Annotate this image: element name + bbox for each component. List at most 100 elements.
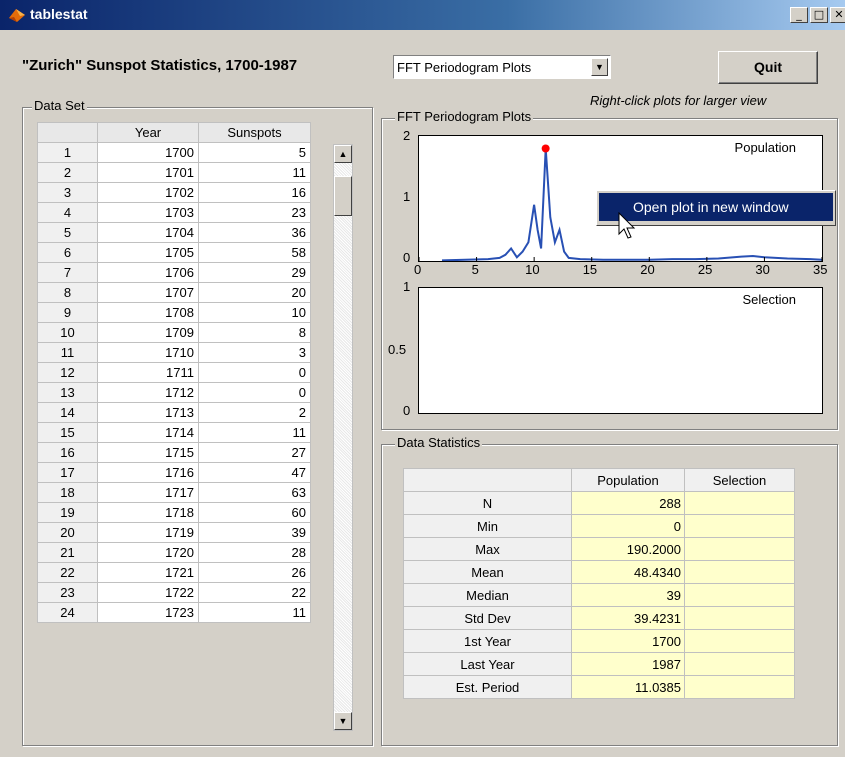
sunspots-cell[interactable]: 0 [198,362,311,383]
year-cell[interactable]: 1716 [97,462,199,483]
row-number: 7 [37,262,98,283]
table-row[interactable]: 15 1714 11 [37,422,311,443]
stat-name: 1st Year [403,629,572,653]
table-row[interactable]: 24 1723 11 [37,602,311,623]
table-row[interactable]: 13 1712 0 [37,382,311,403]
year-cell[interactable]: 1723 [97,602,199,623]
plot-type-select[interactable]: FFT Periodogram Plots ▼ [393,55,611,79]
population-value: 288 [571,491,685,515]
table-row[interactable]: 6 1705 58 [37,242,311,263]
close-button[interactable]: ✕ [830,7,845,23]
year-cell[interactable]: 1710 [97,342,199,363]
table-row[interactable]: 3 1702 16 [37,182,311,203]
table-row[interactable]: 10 1709 8 [37,322,311,343]
table-row[interactable]: 22 1721 26 [37,562,311,583]
year-cell[interactable]: 1718 [97,502,199,523]
year-cell[interactable]: 1712 [97,382,199,403]
table-row[interactable]: 17 1716 47 [37,462,311,483]
population-value: 48.4340 [571,560,685,584]
sunspots-cell[interactable]: 47 [198,462,311,483]
chevron-down-icon[interactable]: ▼ [591,58,608,76]
year-cell[interactable]: 1713 [97,402,199,423]
year-cell[interactable]: 1714 [97,422,199,443]
sunspots-header[interactable]: Sunspots [198,122,311,143]
minimize-button[interactable]: _ [790,7,808,23]
statistics-table: Population Selection N 288 Min 0 Max 190.2000… [403,468,795,699]
sunspots-cell[interactable]: 16 [198,182,311,203]
sunspots-cell[interactable]: 39 [198,522,311,543]
year-cell[interactable]: 1706 [97,262,199,283]
year-cell[interactable]: 1702 [97,182,199,203]
table-row[interactable]: 11 1710 3 [37,342,311,363]
sunspots-cell[interactable]: 26 [198,562,311,583]
year-cell[interactable]: 1704 [97,222,199,243]
sunspots-cell[interactable]: 22 [198,582,311,603]
data-set-table: Year Sunspots 1 1700 5 2 1701 11 3 1702 16 4 1703 2… [37,122,311,623]
scroll-up-icon[interactable]: ▲ [334,145,352,163]
sunspots-cell[interactable]: 20 [198,282,311,303]
year-header[interactable]: Year [97,122,199,143]
row-number: 12 [37,362,98,383]
table-row[interactable]: 21 1720 28 [37,542,311,563]
scroll-thumb[interactable] [334,176,352,216]
row-number: 9 [37,302,98,323]
sunspots-cell[interactable]: 5 [198,142,311,163]
table-row[interactable]: 2 1701 11 [37,162,311,183]
sunspots-cell[interactable]: 58 [198,242,311,263]
year-cell[interactable]: 1709 [97,322,199,343]
scroll-down-icon[interactable]: ▼ [334,712,352,730]
row-number: 19 [37,502,98,523]
year-cell[interactable]: 1701 [97,162,199,183]
table-row[interactable]: 18 1717 63 [37,482,311,503]
table-row[interactable]: 20 1719 39 [37,522,311,543]
table-row[interactable]: 5 1704 36 [37,222,311,243]
selection-value [684,560,795,584]
sunspots-cell[interactable]: 10 [198,302,311,323]
table-row[interactable]: 14 1713 2 [37,402,311,423]
table-row[interactable]: 7 1706 29 [37,262,311,283]
year-cell[interactable]: 1711 [97,362,199,383]
year-cell[interactable]: 1715 [97,442,199,463]
year-cell[interactable]: 1705 [97,242,199,263]
statistics-label: Data Statistics [395,435,483,450]
table-row[interactable]: 16 1715 27 [37,442,311,463]
year-cell[interactable]: 1703 [97,202,199,223]
vertical-scrollbar[interactable]: ▲ ▼ [333,144,353,731]
table-row[interactable]: 8 1707 20 [37,282,311,303]
year-cell[interactable]: 1722 [97,582,199,603]
year-cell[interactable]: 1700 [97,142,199,163]
table-row[interactable]: 4 1703 23 [37,202,311,223]
year-cell[interactable]: 1717 [97,482,199,503]
sunspots-cell[interactable]: 27 [198,442,311,463]
sunspots-cell[interactable]: 23 [198,202,311,223]
sunspots-cell[interactable]: 11 [198,422,311,443]
sunspots-cell[interactable]: 28 [198,542,311,563]
table-row[interactable]: 19 1718 60 [37,502,311,523]
quit-button[interactable]: Quit [718,51,818,84]
maximize-button[interactable]: □ [810,7,828,23]
sunspots-cell[interactable]: 60 [198,502,311,523]
sunspots-cell[interactable]: 29 [198,262,311,283]
selection-plot[interactable]: Selection [418,287,823,414]
year-cell[interactable]: 1708 [97,302,199,323]
year-cell[interactable]: 1721 [97,562,199,583]
table-row[interactable]: 12 1711 0 [37,362,311,383]
sunspots-cell[interactable]: 63 [198,482,311,503]
sunspots-cell[interactable]: 36 [198,222,311,243]
sunspots-cell[interactable]: 2 [198,402,311,423]
row-number: 18 [37,482,98,503]
row-number: 8 [37,282,98,303]
year-cell[interactable]: 1720 [97,542,199,563]
year-cell[interactable]: 1719 [97,522,199,543]
sunspots-cell[interactable]: 8 [198,322,311,343]
x-tick-label: 35 [813,262,828,277]
table-row[interactable]: 23 1722 22 [37,582,311,603]
sunspots-cell[interactable]: 11 [198,162,311,183]
sunspots-cell[interactable]: 11 [198,602,311,623]
row-number: 5 [37,222,98,243]
table-row[interactable]: 9 1708 10 [37,302,311,323]
sunspots-cell[interactable]: 3 [198,342,311,363]
table-row[interactable]: 1 1700 5 [37,142,311,163]
year-cell[interactable]: 1707 [97,282,199,303]
sunspots-cell[interactable]: 0 [198,382,311,403]
